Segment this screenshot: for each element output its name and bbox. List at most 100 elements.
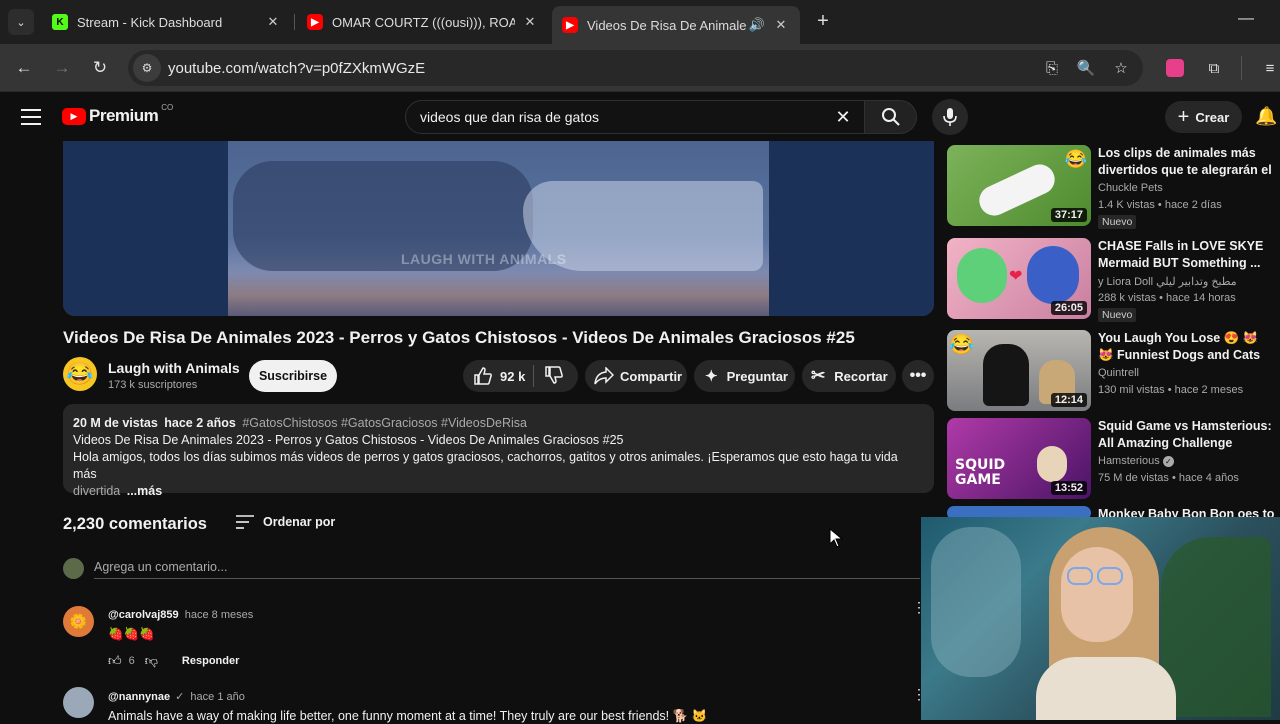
recommended-title[interactable]: You Laugh You Lose 😍 😻 😻 Funniest Dogs a…: [1098, 330, 1276, 364]
ask-button[interactable]: ✦ Preguntar: [694, 360, 795, 392]
close-tab-icon[interactable]: ✕: [772, 17, 790, 33]
streamer-top-shape: [1036, 657, 1176, 720]
thumbnail-plane-shape: [974, 159, 1060, 221]
plus-icon: +: [1177, 105, 1190, 128]
zoom-icon[interactable]: 🔍: [1074, 56, 1098, 80]
forward-icon[interactable]: →: [50, 56, 74, 80]
create-button[interactable]: + Crear: [1165, 101, 1242, 133]
recommended-video[interactable]: ❤ 26:05 CHASE Falls in LOVE SKYE Mermaid…: [947, 238, 1280, 322]
comment-author[interactable]: @carolvaj859: [108, 609, 179, 621]
url-text: youtube.com/watch?v=p0fZXkmWGzE: [168, 59, 426, 77]
comment-time[interactable]: hace 8 meses: [185, 609, 253, 621]
profile-extension-icon[interactable]: [1163, 56, 1187, 80]
like-count: 92 k: [500, 368, 526, 384]
video-watermark: LAUGH WITH ANIMALS: [401, 251, 567, 267]
tab-search-button[interactable]: ⌄: [8, 9, 34, 35]
tab-videos-de-risa[interactable]: ▶ Videos De Risa De Animales 🔊 ✕: [552, 6, 800, 44]
reply-button[interactable]: Responder: [182, 655, 239, 667]
thumbnail-cat-shape: [983, 344, 1029, 406]
comment-time[interactable]: hace 1 año: [190, 691, 244, 703]
voice-search-button[interactable]: [932, 99, 968, 135]
video-thumbnail[interactable]: 😂 12:14: [947, 330, 1091, 411]
recommended-video[interactable]: 😂 12:14 You Laugh You Lose 😍 😻 😻 Funnies…: [947, 330, 1280, 412]
speaker-icon[interactable]: 🔊: [748, 17, 766, 33]
webcam-overlay: [921, 517, 1280, 720]
thumbnail-text: SQUID GAME: [955, 457, 1006, 488]
description-line: Hola amigos, todos los días subimos más …: [73, 450, 898, 481]
dislike-button[interactable]: [534, 365, 564, 388]
reload-icon[interactable]: ↻: [88, 56, 112, 80]
thumbs-down-icon[interactable]: 👎︎: [145, 653, 158, 669]
elephant-mural-shape: [931, 527, 1021, 677]
recommended-video[interactable]: 😂 37:17 Los clips de animales más divert…: [947, 145, 1280, 229]
recommended-title[interactable]: Squid Game vs Hamsterious: All Amazing C…: [1098, 418, 1276, 452]
new-badge: Nuevo: [1098, 308, 1137, 322]
site-settings-icon[interactable]: ⚙: [133, 54, 161, 82]
notifications-bell-icon[interactable]: 🔔: [1255, 106, 1277, 127]
plant-shape: [1161, 537, 1271, 717]
clip-button[interactable]: ✂ Recortar: [802, 360, 896, 392]
share-button[interactable]: Compartir: [585, 360, 687, 392]
recommended-title[interactable]: Los clips de animales más divertidos que…: [1098, 145, 1276, 179]
recommended-video[interactable]: SQUID GAME 13:52 Squid Game vs Hamsterio…: [947, 418, 1280, 500]
sort-comments-button[interactable]: Ordenar por: [235, 514, 335, 530]
video-duration: 13:52: [1050, 481, 1087, 495]
youtube-icon: ▶: [562, 17, 578, 33]
comment-author[interactable]: @nannynae: [108, 691, 170, 703]
create-label: Crear: [1195, 109, 1230, 125]
minimize-button[interactable]: —: [1238, 10, 1258, 30]
thumbs-down-icon: [545, 365, 563, 384]
commenter-avatar[interactable]: 🌼: [63, 606, 94, 637]
share-icon: [594, 367, 614, 385]
bookmark-star-icon[interactable]: ☆: [1109, 56, 1133, 80]
tab-kick-dashboard[interactable]: K Stream - Kick Dashboard ✕: [42, 6, 292, 38]
thumbs-up-icon[interactable]: 👍︎: [108, 653, 122, 669]
channel-avatar[interactable]: 😂: [63, 357, 97, 391]
hashtags[interactable]: #GatosChistosos #GatosGraciosos #VideosD…: [242, 416, 527, 430]
subscribe-button[interactable]: Suscribirse: [249, 360, 337, 392]
commenter-avatar[interactable]: [63, 687, 94, 718]
browser-tab-bar: ⌄ K Stream - Kick Dashboard ✕ ▶ OMAR COU…: [0, 0, 1280, 44]
clip-label: Recortar: [834, 368, 888, 384]
thumbs-up-icon: [474, 367, 492, 385]
clear-search-icon[interactable]: ✕: [828, 107, 858, 128]
description-box[interactable]: 20 M de vistas hace 2 años #GatosChistos…: [63, 404, 934, 498]
recommended-channel[interactable]: y Liora Doll مطبخ وتدابير ليلي: [1098, 275, 1237, 288]
close-tab-icon[interactable]: ✕: [521, 14, 539, 30]
recommended-channel[interactable]: Chuckle Pets: [1098, 182, 1163, 194]
share-label: Compartir: [620, 368, 683, 384]
tab-omar-courtz[interactable]: ▶ OMAR COURTZ (((ousi))), ROA - ✕: [297, 6, 549, 38]
show-more-button[interactable]: ...más: [127, 484, 162, 498]
streamer-face-shape: [1061, 547, 1133, 642]
search-input[interactable]: videos que dan risa de gatos: [420, 109, 828, 125]
recommended-meta: 75 M de vistas • hace 4 años: [1098, 472, 1239, 484]
tab-title: OMAR COURTZ (((ousi))), ROA -: [332, 14, 515, 30]
channel-name[interactable]: Laugh with Animals: [108, 360, 240, 376]
like-button[interactable]: 92 k: [463, 366, 533, 386]
more-actions-button[interactable]: •••: [902, 360, 934, 392]
recommended-channel[interactable]: Quintrell: [1098, 367, 1139, 379]
description-line: Videos De Risa De Animales 2023 - Perros…: [73, 433, 624, 447]
close-tab-icon[interactable]: ✕: [264, 14, 282, 30]
address-bar[interactable]: ⚙ youtube.com/watch?v=p0fZXkmWGzE: [128, 50, 1143, 86]
video-duration: 26:05: [1050, 301, 1087, 315]
laughing-emoji-icon: 😂: [949, 334, 974, 356]
video-thumbnail[interactable]: ❤ 26:05: [947, 238, 1091, 319]
youtube-premium-logo[interactable]: ▶ Premium CO: [62, 103, 173, 126]
search-button[interactable]: [865, 100, 917, 134]
recommended-title[interactable]: CHASE Falls in LOVE SKYE Mermaid BUT Som…: [1098, 238, 1276, 272]
extensions-icon[interactable]: ⧉: [1202, 56, 1226, 80]
video-thumbnail[interactable]: SQUID GAME 13:52: [947, 418, 1091, 499]
new-tab-button[interactable]: +: [813, 10, 833, 34]
recommended-channel[interactable]: Hamsterious ✓: [1098, 455, 1174, 467]
comment-like-count: 6: [128, 655, 135, 667]
install-app-icon[interactable]: ⎘: [1040, 56, 1064, 80]
video-player[interactable]: LAUGH WITH ANIMALS: [63, 141, 934, 316]
menu-icon[interactable]: [20, 107, 42, 127]
video-duration: 37:17: [1050, 208, 1087, 222]
search-box[interactable]: videos que dan risa de gatos ✕: [405, 100, 865, 134]
video-thumbnail[interactable]: 😂 37:17: [947, 145, 1091, 226]
media-control-icon[interactable]: ≡: [1258, 56, 1280, 80]
back-icon[interactable]: ←: [12, 56, 36, 80]
add-comment-input[interactable]: Agrega un comentario...: [94, 560, 227, 574]
